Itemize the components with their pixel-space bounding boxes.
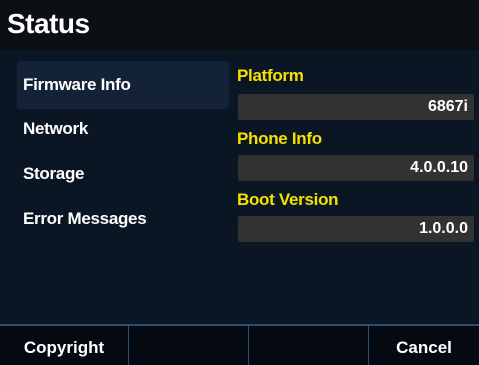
platform-value: 6867i	[238, 94, 474, 120]
phone-info-label: Phone Info	[237, 129, 322, 148]
page-title: Status	[7, 8, 90, 39]
phone-screen: Status Firmware Info Network Storage Err…	[0, 0, 479, 365]
boot-version-value: 1.0.0.0	[238, 216, 474, 242]
softkey-3[interactable]	[249, 326, 369, 365]
softkey-label: Cancel	[396, 338, 452, 357]
menu-item-network[interactable]: Network	[17, 105, 229, 153]
phone-info-value: 4.0.0.10	[238, 155, 474, 181]
softkey-2[interactable]	[129, 326, 249, 365]
menu-item-label: Firmware Info	[23, 75, 131, 94]
softkey-bar: Copyright Cancel	[0, 324, 479, 365]
menu-item-error-messages[interactable]: Error Messages	[17, 195, 229, 243]
menu-item-label: Error Messages	[23, 209, 147, 228]
menu-item-label: Storage	[23, 164, 85, 183]
menu-item-label: Network	[23, 119, 88, 138]
platform-label: Platform	[237, 66, 304, 85]
boot-version-label: Boot Version	[237, 190, 339, 209]
title-bar: Status	[0, 0, 479, 50]
menu-item-firmware-info[interactable]: Firmware Info	[17, 61, 229, 109]
cancel-softkey[interactable]: Cancel	[369, 326, 479, 365]
menu-item-storage[interactable]: Storage	[17, 150, 229, 198]
softkey-label: Copyright	[23, 338, 105, 357]
copyright-softkey[interactable]: Copyright	[0, 326, 129, 365]
